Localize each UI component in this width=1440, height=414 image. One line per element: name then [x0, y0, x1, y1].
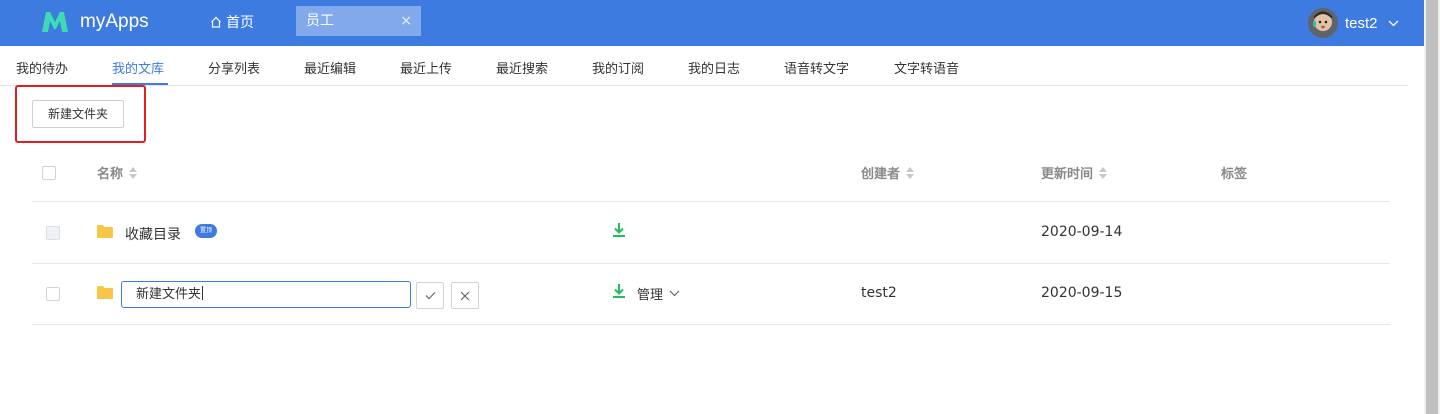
download-icon[interactable]: [613, 283, 625, 299]
column-tags-label: 标签: [1221, 167, 1248, 182]
check-icon: [425, 292, 435, 300]
manage-dropdown[interactable]: 管理: [637, 284, 680, 303]
subnav-item-text-to-speech[interactable]: 文字转语音: [894, 58, 959, 77]
updated-time: 2020-09-14: [1041, 224, 1123, 240]
column-creator-label: 创建者: [861, 167, 901, 182]
subnav-item-todo[interactable]: 我的待办: [16, 58, 68, 77]
subnav-item-speech-to-text[interactable]: 语音转文字: [784, 58, 849, 77]
creator-name: test2: [861, 285, 897, 301]
row-checkbox[interactable]: [46, 287, 60, 301]
library-subnav: 我的待办 我的文库 分享列表 最近编辑 最近上传 最近搜索 我的订阅 我的日志 …: [0, 46, 1408, 86]
close-icon: [460, 291, 470, 300]
top-header: myApps 首页 员工 × test2: [0, 0, 1424, 46]
column-name-label: 名称: [97, 167, 124, 182]
subnav-item-share-list[interactable]: 分享列表: [208, 58, 260, 77]
manage-label: 管理: [637, 288, 664, 303]
logo-m-icon: [42, 12, 68, 32]
cancel-button[interactable]: [451, 282, 479, 309]
tab-employee-label: 员工: [306, 13, 334, 29]
subnav-item-recent-edit[interactable]: 最近编辑: [304, 58, 356, 77]
new-folder-button[interactable]: 新建文件夹: [32, 100, 124, 128]
table-header: 名称 创建者 更新时间 标签: [32, 142, 1390, 202]
sort-icon[interactable]: [906, 166, 915, 179]
user-name: test2: [1345, 14, 1378, 32]
home-icon: [211, 16, 221, 28]
column-header-tags: 标签: [1221, 163, 1247, 182]
subnav-item-my-log[interactable]: 我的日志: [688, 58, 740, 77]
user-menu[interactable]: test2: [1308, 8, 1399, 38]
text-cursor: [202, 286, 204, 300]
subnav-item-recent-search[interactable]: 最近搜索: [496, 58, 548, 77]
chevron-down-icon: [669, 290, 680, 297]
tab-employee[interactable]: 员工 ×: [296, 6, 421, 36]
updated-time: 2020-09-15: [1041, 285, 1123, 301]
sort-icon[interactable]: [1099, 166, 1108, 179]
select-all-checkbox[interactable]: [42, 166, 56, 180]
column-header-name[interactable]: 名称: [97, 163, 138, 182]
folder-icon: [97, 286, 113, 299]
pinned-badge: 置顶: [195, 224, 217, 238]
folder-name[interactable]: 收藏目录: [125, 224, 181, 244]
sort-icon[interactable]: [129, 166, 138, 179]
row-checkbox: [46, 226, 60, 240]
tab-home-label: 首页: [226, 15, 254, 31]
subnav-item-subscriptions[interactable]: 我的订阅: [592, 58, 644, 77]
column-updated-label: 更新时间: [1041, 167, 1094, 182]
app-name: myApps: [80, 11, 149, 32]
folder-name-input-value: 新建文件夹: [136, 287, 202, 302]
table-row[interactable]: 新建文件夹 管理 test2 2020-09-15: [32, 264, 1390, 325]
folder-icon: [97, 225, 113, 238]
table-row[interactable]: 收藏目录 置顶 2020-09-14: [32, 203, 1390, 264]
chevron-down-icon: [1388, 20, 1398, 26]
confirm-button[interactable]: [416, 282, 444, 309]
folder-name-input[interactable]: 新建文件夹: [121, 281, 411, 308]
download-icon[interactable]: [613, 222, 625, 238]
column-header-updated[interactable]: 更新时间: [1041, 163, 1108, 182]
app-logo[interactable]: myApps: [40, 7, 149, 37]
column-header-creator[interactable]: 创建者: [861, 163, 915, 182]
tab-home[interactable]: 首页: [210, 12, 254, 32]
scrollbar-thumb[interactable]: [1426, 0, 1438, 414]
avatar: [1308, 8, 1338, 38]
subnav-item-my-library[interactable]: 我的文库: [112, 58, 164, 77]
subnav-item-recent-upload[interactable]: 最近上传: [400, 58, 452, 77]
tab-close-icon[interactable]: ×: [400, 6, 412, 36]
